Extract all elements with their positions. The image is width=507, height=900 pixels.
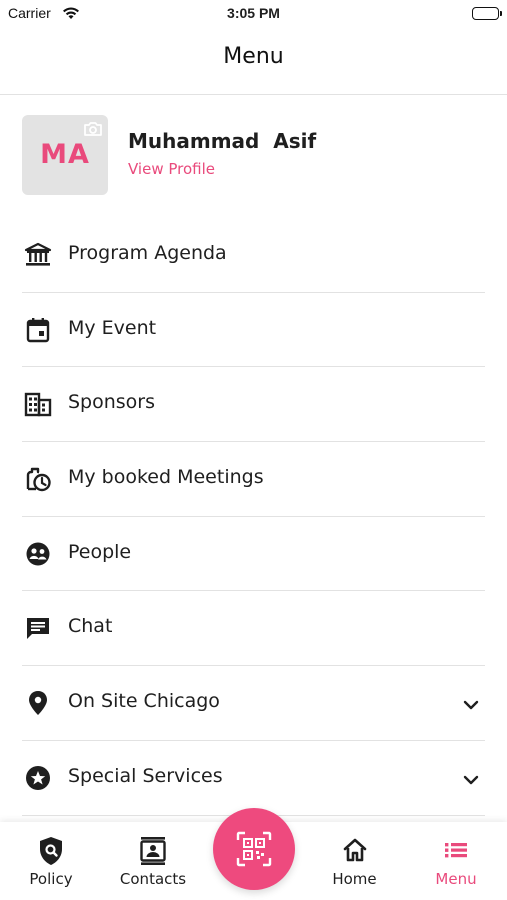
status-bar: Carrier 3:05 PM <box>0 0 507 28</box>
menu-item-my-event[interactable]: My Event <box>22 293 485 368</box>
contacts-icon <box>139 836 167 870</box>
menu-item-chat[interactable]: Chat <box>22 591 485 667</box>
menu-item-label: Special Services <box>68 764 223 787</box>
battery-icon <box>472 7 499 20</box>
tab-policy[interactable]: Policy <box>0 822 102 900</box>
menu-item-on-site-chicago[interactable]: On Site Chicago <box>22 666 485 741</box>
view-profile-link[interactable]: View Profile <box>128 160 215 178</box>
qr-scan-icon <box>236 831 272 867</box>
menu-list: Program Agenda My Event Sponsors My book… <box>22 218 485 816</box>
tab-contacts[interactable]: Contacts <box>102 822 204 900</box>
navigation-header: Menu <box>0 30 507 95</box>
status-time: 3:05 PM <box>227 5 280 21</box>
location-pin-icon <box>24 689 52 717</box>
menu-item-label: Program Agenda <box>68 242 227 264</box>
profile-name: Muhammad Asif <box>128 129 317 153</box>
home-icon <box>341 836 369 868</box>
tab-label: Menu <box>435 870 477 888</box>
tab-label: Policy <box>29 870 73 888</box>
calendar-icon <box>24 316 52 344</box>
menu-item-label: My booked Meetings <box>68 466 264 489</box>
menu-item-label: People <box>68 540 132 563</box>
tab-home[interactable]: Home <box>304 822 405 900</box>
tab-label: Contacts <box>119 870 187 888</box>
profile-card[interactable]: MA Muhammad Asif View Profile <box>22 115 485 197</box>
avatar-initials: MA <box>40 139 90 170</box>
chevron-down-icon[interactable] <box>463 770 479 789</box>
menu-item-label: My Event <box>68 316 157 339</box>
menu-item-my-booked-meetings[interactable]: My booked Meetings <box>22 442 485 517</box>
menu-item-program-agenda[interactable]: Program Agenda <box>22 218 485 293</box>
tab-label: Home <box>332 870 377 888</box>
list-icon <box>442 836 470 868</box>
menu-item-people[interactable]: People <box>22 517 485 592</box>
page-title: Menu <box>223 44 284 69</box>
shield-icon <box>38 836 64 870</box>
star-icon <box>24 764 52 792</box>
qr-scan-button[interactable] <box>213 808 295 890</box>
camera-icon[interactable] <box>83 121 103 141</box>
avatar[interactable]: MA <box>22 115 108 195</box>
bank-icon <box>24 241 52 269</box>
chat-icon <box>24 614 52 642</box>
menu-item-label: Chat <box>68 615 113 638</box>
meeting-clock-icon <box>24 465 52 493</box>
menu-item-label: Sponsors <box>68 391 156 414</box>
menu-item-special-services[interactable]: Special Services <box>22 741 485 816</box>
menu-item-label: On Site Chicago <box>68 690 220 713</box>
building-icon <box>24 390 52 418</box>
chevron-down-icon[interactable] <box>463 695 479 714</box>
tab-menu[interactable]: Menu <box>405 822 507 900</box>
menu-item-sponsors[interactable]: Sponsors <box>22 367 485 443</box>
people-icon <box>24 540 52 568</box>
